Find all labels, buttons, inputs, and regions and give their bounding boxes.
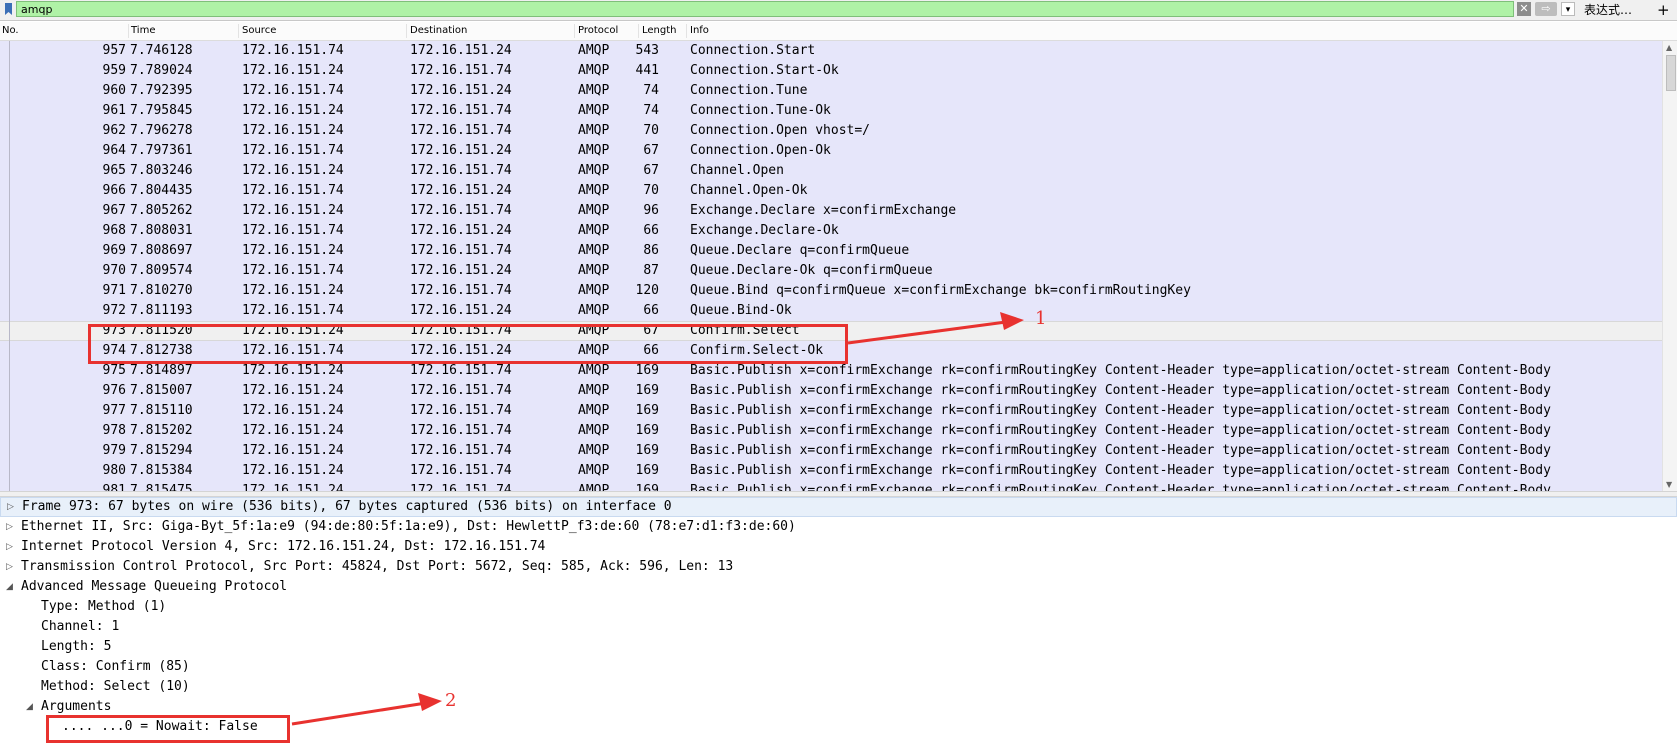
annotation-arrowhead-2 [418, 693, 442, 711]
annotation-arrows [291, 312, 1024, 726]
annotation-arrow-2 [291, 701, 427, 726]
annotation-arrowhead-1 [1000, 312, 1024, 330]
annotation-label-2: 2 [445, 690, 457, 711]
annotation-label-1: 1 [1035, 308, 1047, 329]
annotation-arrow-1 [847, 320, 1007, 345]
